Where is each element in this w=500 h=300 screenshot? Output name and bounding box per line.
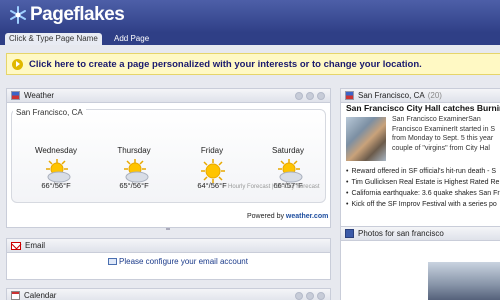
news-item[interactable]: California earthquake: 3.6 quake shakes … (346, 188, 500, 199)
news-photo[interactable] (346, 117, 386, 161)
refresh-icon[interactable] (295, 92, 303, 100)
day-name: Thursday (117, 146, 151, 155)
refresh-icon[interactable] (295, 292, 303, 300)
news-header[interactable]: San Francisco, CA (20) (341, 89, 500, 103)
day-name: Friday (200, 146, 224, 155)
logo[interactable]: Pageflakes (8, 4, 125, 26)
snowflake-logo-icon (10, 6, 26, 24)
partly-cloudy-icon (278, 159, 303, 183)
banner-area: Click here to create a page personalized… (0, 45, 500, 83)
weather-com-link[interactable]: weather.com (286, 213, 328, 220)
module-controls (295, 292, 325, 300)
header: Pageflakes (0, 0, 500, 33)
news-list: Reward offered in SF official's hit-run … (346, 166, 500, 210)
add-page-link[interactable]: Add Page (110, 33, 153, 45)
forecast-day: Thursday 65°/56°F (104, 146, 164, 190)
configure-email-link[interactable]: Please configure your email account (108, 257, 248, 266)
photos-title: Photos for san francisco (358, 229, 444, 238)
minimize-icon[interactable] (306, 92, 314, 100)
news-paragraph-line: San Francisco ExaminerSan (392, 116, 481, 123)
envelope-icon (108, 258, 117, 265)
news-paragraph-line: couple of "virgins" from City Hal (392, 144, 490, 152)
partly-cloudy-icon (124, 159, 149, 183)
news-paragraph-line: Francisco ExaminerIt started in S (392, 125, 496, 133)
forecast-links[interactable]: Hourly Forecast | 10-Day Forecast (228, 184, 320, 190)
email-title: Email (25, 241, 46, 250)
module-controls (295, 92, 325, 100)
minimize-icon[interactable] (306, 292, 314, 300)
weather-location: San Francisco, CA (13, 108, 86, 117)
sunny-icon (201, 159, 225, 183)
flag-icon (345, 91, 354, 100)
weather-title: Weather (24, 91, 55, 100)
calendar-header[interactable]: Calendar (7, 289, 330, 300)
gmail-icon (11, 241, 21, 250)
day-name: Wednesday (34, 146, 78, 155)
news-item[interactable]: Kick off the SF Improv Festival with a s… (346, 199, 500, 210)
photo-icon (345, 229, 354, 238)
calendar-module: Calendar (6, 288, 331, 300)
tab-strip: Click & Type Page Name Add Page (0, 33, 500, 45)
email-header[interactable]: Email (7, 239, 330, 253)
flag-icon (11, 91, 20, 100)
tab-page-name[interactable]: Click & Type Page Name (5, 33, 102, 45)
photo-thumbnail[interactable] (428, 262, 500, 300)
news-paragraph-line: from Monday to Sept. 5 this year (392, 135, 494, 142)
arrow-icon (12, 58, 23, 70)
news-title: San Francisco, CA (358, 91, 425, 100)
banner-text: Click here to create a page personalized… (29, 58, 422, 70)
partly-cloudy-icon (46, 159, 71, 183)
close-icon[interactable] (317, 292, 325, 300)
personalize-banner[interactable]: Click here to create a page personalized… (6, 53, 500, 75)
configure-email-text: Please configure your email account (119, 257, 248, 266)
powered-by[interactable]: Powered by weather.com (247, 213, 328, 220)
close-icon[interactable] (317, 92, 325, 100)
weather-header[interactable]: Weather (7, 89, 330, 103)
calendar-title: Calendar (24, 291, 57, 300)
news-headline[interactable]: San Francisco City Hall catches Burning … (346, 103, 500, 113)
logo-text: Pageflakes (30, 4, 125, 25)
news-paragraph: San Francisco ExaminerSan Francisco Exam… (392, 115, 500, 153)
news-item[interactable]: Tim Gullicksen Real Estate is Highest Ra… (346, 177, 500, 188)
news-item[interactable]: Reward offered in SF official's hit-run … (346, 166, 500, 177)
resize-handle[interactable] (166, 228, 170, 230)
day-name: Saturday (271, 146, 305, 155)
photos-header[interactable]: Photos for san francisco (341, 227, 500, 241)
calendar-icon (11, 291, 20, 300)
powered-by-label: Powered by (247, 213, 284, 220)
news-count: (20) (427, 91, 442, 100)
forecast-day: Wednesday 66°/56°F (26, 146, 86, 190)
